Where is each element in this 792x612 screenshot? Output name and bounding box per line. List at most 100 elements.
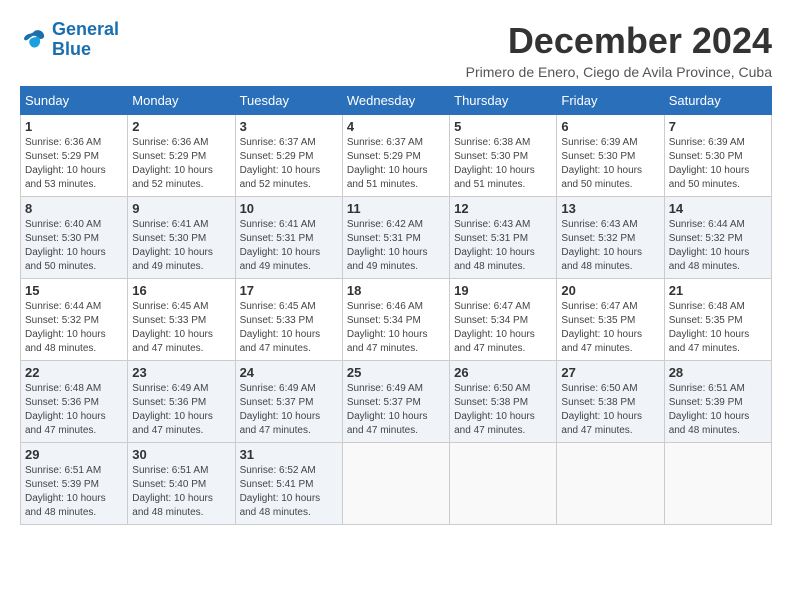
day-info: Sunrise: 6:51 AMSunset: 5:40 PMDaylight:… (132, 464, 230, 520)
weekday-header-monday: Monday (128, 87, 235, 115)
calendar-subtitle: Primero de Enero, Ciego de Avila Provinc… (466, 64, 772, 80)
calendar-cell: 8 Sunrise: 6:40 AMSunset: 5:30 PMDaylight… (21, 197, 128, 279)
calendar-cell: 10Sunrise: 6:41 AMSunset: 5:31 PMDayligh… (235, 197, 342, 279)
calendar-cell: 3 Sunrise: 6:37 AMSunset: 5:29 PMDaylight… (235, 115, 342, 197)
calendar-cell: 15Sunrise: 6:44 AMSunset: 5:32 PMDayligh… (21, 279, 128, 361)
day-info: Sunrise: 6:40 AMSunset: 5:30 PMDaylight:… (25, 218, 123, 274)
day-number: 23 (132, 365, 230, 380)
calendar-cell: 31 Sunrise: 6:52 AMSunset: 5:41 PMDayligh… (235, 443, 342, 525)
calendar-cell: 30 Sunrise: 6:51 AMSunset: 5:40 PMDayligh… (128, 443, 235, 525)
day-info: Sunrise: 6:52 AMSunset: 5:41 PMDaylight:… (240, 464, 338, 520)
calendar-cell: 21 Sunrise: 6:48 AMSunset: 5:35 PMDayligh… (664, 279, 771, 361)
week-row-5: 29 Sunrise: 6:51 AMSunset: 5:39 PMDayligh… (21, 443, 772, 525)
day-number: 24 (240, 365, 338, 380)
day-info: Sunrise: 6:42 AMSunset: 5:31 PMDaylight:… (347, 218, 445, 274)
calendar-cell: 5Sunrise: 6:38 AMSunset: 5:30 PMDaylight… (450, 115, 557, 197)
calendar-cell: 29 Sunrise: 6:51 AMSunset: 5:39 PMDayligh… (21, 443, 128, 525)
day-number: 6 (561, 119, 659, 134)
calendar-cell: 13 Sunrise: 6:43 AMSunset: 5:32 PMDayligh… (557, 197, 664, 279)
day-info: Sunrise: 6:39 AMSunset: 5:30 PMDaylight:… (669, 136, 767, 192)
day-number: 26 (454, 365, 552, 380)
day-number: 21 (669, 283, 767, 298)
day-number: 16 (132, 283, 230, 298)
day-info: Sunrise: 6:50 AMSunset: 5:38 PMDaylight:… (454, 382, 552, 438)
calendar-cell: 17Sunrise: 6:45 AMSunset: 5:33 PMDayligh… (235, 279, 342, 361)
day-info: Sunrise: 6:43 AMSunset: 5:32 PMDaylight:… (561, 218, 659, 274)
day-number: 11 (347, 201, 445, 216)
calendar-cell: 6 Sunrise: 6:39 AMSunset: 5:30 PMDaylight… (557, 115, 664, 197)
calendar-cell: 28 Sunrise: 6:51 AMSunset: 5:39 PMDayligh… (664, 361, 771, 443)
calendar-cell (342, 443, 449, 525)
week-row-4: 22 Sunrise: 6:48 AMSunset: 5:36 PMDayligh… (21, 361, 772, 443)
day-info: Sunrise: 6:44 AMSunset: 5:32 PMDaylight:… (669, 218, 767, 274)
day-info: Sunrise: 6:41 AMSunset: 5:31 PMDaylight:… (240, 218, 338, 274)
day-info: Sunrise: 6:51 AMSunset: 5:39 PMDaylight:… (669, 382, 767, 438)
day-info: Sunrise: 6:37 AMSunset: 5:29 PMDaylight:… (240, 136, 338, 192)
day-number: 7 (669, 119, 767, 134)
day-number: 15 (25, 283, 123, 298)
day-info: Sunrise: 6:37 AMSunset: 5:29 PMDaylight:… (347, 136, 445, 192)
day-number: 20 (561, 283, 659, 298)
calendar-title: December 2024 (466, 20, 772, 62)
day-info: Sunrise: 6:49 AMSunset: 5:37 PMDaylight:… (347, 382, 445, 438)
day-number: 13 (561, 201, 659, 216)
day-number: 8 (25, 201, 123, 216)
day-number: 1 (25, 119, 123, 134)
day-info: Sunrise: 6:38 AMSunset: 5:30 PMDaylight:… (454, 136, 552, 192)
calendar-cell: 9Sunrise: 6:41 AMSunset: 5:30 PMDaylight… (128, 197, 235, 279)
day-info: Sunrise: 6:49 AMSunset: 5:37 PMDaylight:… (240, 382, 338, 438)
calendar-table: SundayMondayTuesdayWednesdayThursdayFrid… (20, 86, 772, 525)
calendar-cell: 4Sunrise: 6:37 AMSunset: 5:29 PMDaylight… (342, 115, 449, 197)
calendar-cell: 18 Sunrise: 6:46 AMSunset: 5:34 PMDayligh… (342, 279, 449, 361)
day-info: Sunrise: 6:48 AMSunset: 5:35 PMDaylight:… (669, 300, 767, 356)
day-number: 3 (240, 119, 338, 134)
day-info: Sunrise: 6:50 AMSunset: 5:38 PMDaylight:… (561, 382, 659, 438)
calendar-cell: 25 Sunrise: 6:49 AMSunset: 5:37 PMDayligh… (342, 361, 449, 443)
calendar-cell: 26 Sunrise: 6:50 AMSunset: 5:38 PMDayligh… (450, 361, 557, 443)
calendar-cell: 1 Sunrise: 6:36 AMSunset: 5:29 PMDaylight… (21, 115, 128, 197)
calendar-cell: 14Sunrise: 6:44 AMSunset: 5:32 PMDayligh… (664, 197, 771, 279)
day-info: Sunrise: 6:47 AMSunset: 5:35 PMDaylight:… (561, 300, 659, 356)
day-number: 30 (132, 447, 230, 462)
weekday-header-saturday: Saturday (664, 87, 771, 115)
day-number: 28 (669, 365, 767, 380)
weekday-header-row: SundayMondayTuesdayWednesdayThursdayFrid… (21, 87, 772, 115)
weekday-header-thursday: Thursday (450, 87, 557, 115)
calendar-cell (664, 443, 771, 525)
calendar-cell: 24 Sunrise: 6:49 AMSunset: 5:37 PMDayligh… (235, 361, 342, 443)
day-info: Sunrise: 6:49 AMSunset: 5:36 PMDaylight:… (132, 382, 230, 438)
weekday-header-wednesday: Wednesday (342, 87, 449, 115)
day-number: 18 (347, 283, 445, 298)
day-info: Sunrise: 6:48 AMSunset: 5:36 PMDaylight:… (25, 382, 123, 438)
week-row-1: 1 Sunrise: 6:36 AMSunset: 5:29 PMDaylight… (21, 115, 772, 197)
weekday-header-sunday: Sunday (21, 87, 128, 115)
day-number: 29 (25, 447, 123, 462)
calendar-cell: 22 Sunrise: 6:48 AMSunset: 5:36 PMDayligh… (21, 361, 128, 443)
day-number: 31 (240, 447, 338, 462)
calendar-cell: 27 Sunrise: 6:50 AMSunset: 5:38 PMDayligh… (557, 361, 664, 443)
day-number: 2 (132, 119, 230, 134)
day-number: 27 (561, 365, 659, 380)
week-row-3: 15Sunrise: 6:44 AMSunset: 5:32 PMDayligh… (21, 279, 772, 361)
day-info: Sunrise: 6:36 AMSunset: 5:29 PMDaylight:… (25, 136, 123, 192)
weekday-header-tuesday: Tuesday (235, 87, 342, 115)
day-number: 22 (25, 365, 123, 380)
day-info: Sunrise: 6:47 AMSunset: 5:34 PMDaylight:… (454, 300, 552, 356)
day-info: Sunrise: 6:45 AMSunset: 5:33 PMDaylight:… (240, 300, 338, 356)
calendar-cell: 19Sunrise: 6:47 AMSunset: 5:34 PMDayligh… (450, 279, 557, 361)
calendar-cell: 2Sunrise: 6:36 AMSunset: 5:29 PMDaylight… (128, 115, 235, 197)
title-block: December 2024 Primero de Enero, Ciego de… (466, 20, 772, 80)
page-header: General Blue December 2024 Primero de En… (20, 20, 772, 80)
calendar-cell (450, 443, 557, 525)
logo-text: General Blue (52, 20, 119, 60)
day-info: Sunrise: 6:46 AMSunset: 5:34 PMDaylight:… (347, 300, 445, 356)
day-number: 12 (454, 201, 552, 216)
day-number: 25 (347, 365, 445, 380)
calendar-cell: 23 Sunrise: 6:49 AMSunset: 5:36 PMDayligh… (128, 361, 235, 443)
logo-icon (20, 26, 48, 54)
day-info: Sunrise: 6:39 AMSunset: 5:30 PMDaylight:… (561, 136, 659, 192)
weekday-header-friday: Friday (557, 87, 664, 115)
calendar-cell: 12Sunrise: 6:43 AMSunset: 5:31 PMDayligh… (450, 197, 557, 279)
calendar-cell: 16Sunrise: 6:45 AMSunset: 5:33 PMDayligh… (128, 279, 235, 361)
day-info: Sunrise: 6:51 AMSunset: 5:39 PMDaylight:… (25, 464, 123, 520)
